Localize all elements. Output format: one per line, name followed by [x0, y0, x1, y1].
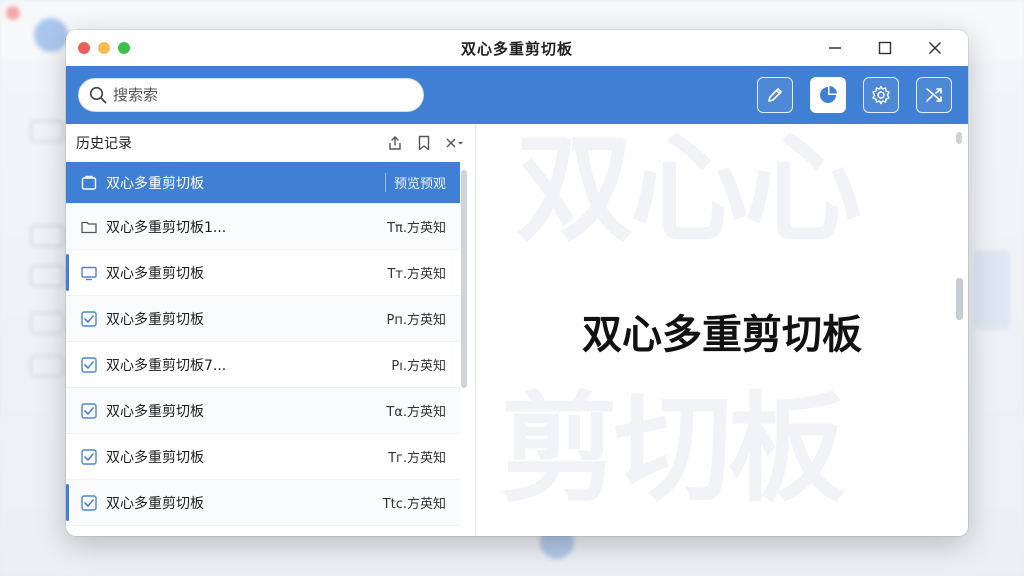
preview-text: 双心多重剪切板 — [582, 312, 862, 358]
background-close-dot — [6, 6, 20, 20]
zoom-light-button[interactable] — [118, 42, 130, 54]
maximize-button[interactable] — [860, 30, 910, 66]
history-item[interactable]: 双心多重剪切板1... Tπ.方英知 — [66, 204, 460, 250]
history-item[interactable]: 双心多重剪切板 Pп.方英知 — [66, 296, 460, 342]
history-header: 历史记录 — [66, 124, 475, 162]
history-item-name: 双心多重剪切板 — [106, 265, 204, 282]
history-item[interactable]: 双心多重剪切板 Ttc.方英知 — [66, 480, 460, 526]
checkbox-icon — [80, 310, 98, 328]
background-row — [30, 120, 64, 142]
minimize-light-button[interactable] — [98, 42, 110, 54]
clipboard-window: 双心多重剪切板 搜索索 历史记录 双心多重剪切板 预览预观 双心多重剪切板1..… — [66, 30, 968, 536]
search-box[interactable] — [78, 78, 424, 112]
search-icon — [89, 86, 107, 104]
history-item[interactable]: 双心多重剪切板 Tт.方英知 — [66, 250, 460, 296]
background-card — [974, 250, 1010, 330]
close-button[interactable] — [910, 30, 960, 66]
close-icon — [929, 42, 941, 54]
history-item[interactable]: 双心多重剪切板7... Pı.方英知 — [66, 342, 460, 388]
traffic-lights — [78, 42, 130, 54]
checkbox-icon — [80, 356, 98, 374]
maximize-icon — [878, 41, 892, 55]
history-item-meta: Tπ.方英知 — [387, 221, 446, 236]
checkbox-icon — [80, 494, 98, 512]
preview-panel: 双心心 剪切板 双心多重剪切板 — [476, 124, 968, 536]
preview-watermark-top: 双心心 — [516, 124, 862, 258]
history-item-meta: 预览预观 — [384, 173, 446, 192]
item-accent-bar — [66, 254, 69, 291]
history-item[interactable]: 双心多重剪切板 Tг.方英知 — [66, 434, 460, 480]
history-item-meta: Pı.方英知 — [391, 359, 446, 374]
edit-button[interactable] — [757, 77, 793, 113]
shuffle-button[interactable] — [916, 77, 952, 113]
history-item-name: 双心多重剪切板 — [106, 403, 204, 420]
history-item-name: 双心多重剪切板1... — [106, 219, 227, 236]
background-row — [30, 355, 64, 377]
history-item-name: 双心多重剪切板 — [106, 311, 204, 328]
history-item-meta: Pп.方英知 — [386, 313, 446, 328]
checkbox-icon — [80, 448, 98, 466]
background-row — [30, 265, 64, 287]
clear-dropdown-icon[interactable] — [445, 135, 465, 151]
preview-watermark-bottom: 剪切板 — [500, 380, 846, 518]
history-item-meta: Tт.方英知 — [387, 267, 446, 282]
history-item-meta: Tг.方英知 — [388, 451, 446, 466]
close-light-button[interactable] — [78, 42, 90, 54]
shuffle-icon — [926, 88, 942, 102]
main-content: 历史记录 双心多重剪切板 预览预观 双心多重剪切板1... Tπ.方英知 双心多重剪切板… — [66, 124, 968, 536]
minimize-icon — [829, 47, 841, 49]
window-controls — [810, 30, 960, 66]
gear-icon — [872, 85, 890, 105]
history-item[interactable]: 双心多重剪切板 Tα.方英知 — [66, 388, 460, 434]
bookmark-icon[interactable] — [417, 135, 431, 151]
history-item-meta: Tα.方英知 — [386, 405, 446, 420]
preview-scrollbar[interactable] — [956, 278, 963, 320]
title-bar: 双心多重剪切板 — [66, 30, 968, 66]
history-item-name: 双心多重剪切板 — [106, 495, 204, 512]
history-item[interactable]: 双心多重剪切板 预览预观 — [66, 162, 460, 204]
toolbar-buttons — [757, 77, 952, 113]
clipboard-icon — [80, 174, 98, 192]
background-row — [30, 225, 64, 247]
preview-scroll-arrow[interactable] — [956, 132, 962, 144]
minimize-button[interactable] — [810, 30, 860, 66]
history-list: 双心多重剪切板 预览预观 双心多重剪切板1... Tπ.方英知 双心多重剪切板 Tт.方英… — [66, 162, 460, 536]
history-item-name: 双心多重剪切板 — [106, 449, 204, 466]
toolbar — [66, 66, 968, 124]
pencil-icon — [768, 88, 782, 102]
history-title: 历史记录 — [76, 136, 132, 152]
background-row — [30, 312, 64, 334]
statistics-button[interactable] — [810, 77, 846, 113]
history-scrollbar[interactable] — [461, 170, 467, 388]
background-app-icon — [34, 18, 68, 52]
pie-chart-icon — [820, 86, 837, 103]
checkbox-icon — [80, 402, 98, 420]
share-icon[interactable] — [387, 135, 403, 151]
history-item-name: 双心多重剪切板 — [106, 175, 204, 192]
history-panel: 历史记录 双心多重剪切板 预览预观 双心多重剪切板1... Tπ.方英知 双心多重剪切板… — [66, 124, 476, 536]
monitor-icon — [80, 264, 98, 282]
settings-button[interactable] — [863, 77, 899, 113]
item-accent-bar — [66, 484, 69, 521]
history-header-actions — [387, 135, 465, 151]
folder-icon — [80, 218, 98, 236]
search-input[interactable] — [113, 86, 403, 104]
history-item-meta: Ttc.方英知 — [382, 497, 446, 512]
history-item-name: 双心多重剪切板7... — [106, 357, 227, 374]
